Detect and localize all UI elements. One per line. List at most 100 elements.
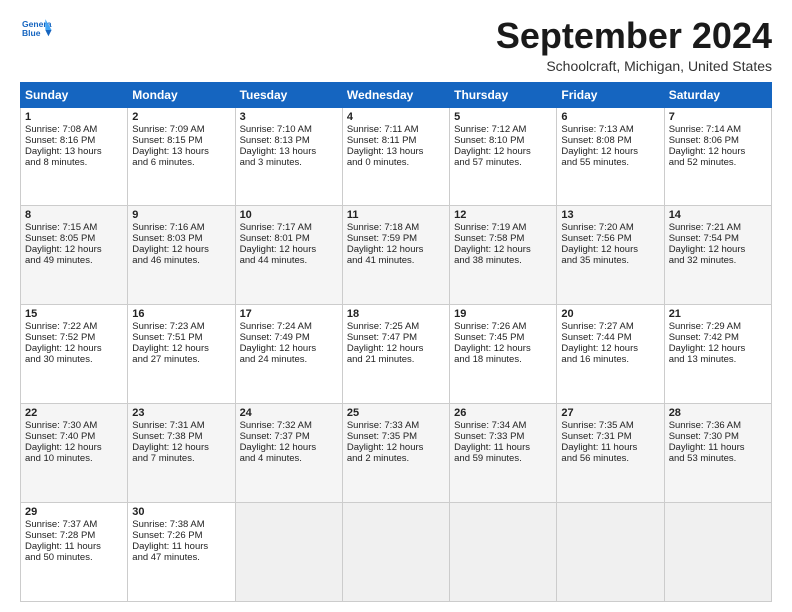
day-number: 22 xyxy=(25,407,123,419)
logo-icon: General Blue xyxy=(20,16,52,44)
day-number: 16 xyxy=(132,308,230,320)
calendar-header-row: Sunday Monday Tuesday Wednesday Thursday… xyxy=(21,82,772,107)
day-number: 10 xyxy=(240,209,338,221)
day-number: 25 xyxy=(347,407,445,419)
day-info: and 38 minutes. xyxy=(454,255,552,266)
day-info: Sunset: 8:08 PM xyxy=(561,135,659,146)
day-number: 8 xyxy=(25,209,123,221)
day-info: Sunset: 7:49 PM xyxy=(240,332,338,343)
day-number: 12 xyxy=(454,209,552,221)
day-info: and 59 minutes. xyxy=(454,453,552,464)
day-info: Daylight: 12 hours xyxy=(347,244,445,255)
day-info: Daylight: 11 hours xyxy=(561,442,659,453)
day-info: and 7 minutes. xyxy=(132,453,230,464)
day-info: Sunrise: 7:33 AM xyxy=(347,420,445,431)
day-info: Sunrise: 7:09 AM xyxy=(132,124,230,135)
day-info: Sunrise: 7:25 AM xyxy=(347,321,445,332)
col-monday: Monday xyxy=(128,82,235,107)
day-info: and 27 minutes. xyxy=(132,354,230,365)
calendar-page: General Blue September 2024 Schoolcraft,… xyxy=(0,0,792,612)
day-info: Sunset: 7:26 PM xyxy=(132,530,230,541)
table-row: 2Sunrise: 7:09 AMSunset: 8:15 PMDaylight… xyxy=(128,107,235,206)
table-row: 28Sunrise: 7:36 AMSunset: 7:30 PMDayligh… xyxy=(664,404,771,503)
table-row: 29Sunrise: 7:37 AMSunset: 7:28 PMDayligh… xyxy=(21,503,128,602)
day-number: 15 xyxy=(25,308,123,320)
day-info: Sunset: 7:51 PM xyxy=(132,332,230,343)
day-info: Daylight: 11 hours xyxy=(132,541,230,552)
day-info: Daylight: 12 hours xyxy=(132,343,230,354)
table-row: 12Sunrise: 7:19 AMSunset: 7:58 PMDayligh… xyxy=(450,206,557,305)
day-info: and 13 minutes. xyxy=(669,354,767,365)
col-friday: Friday xyxy=(557,82,664,107)
day-info: Sunset: 8:13 PM xyxy=(240,135,338,146)
day-info: Daylight: 12 hours xyxy=(454,244,552,255)
table-row: 15Sunrise: 7:22 AMSunset: 7:52 PMDayligh… xyxy=(21,305,128,404)
day-info: Daylight: 12 hours xyxy=(25,343,123,354)
table-row: 23Sunrise: 7:31 AMSunset: 7:38 PMDayligh… xyxy=(128,404,235,503)
day-info: Sunset: 7:31 PM xyxy=(561,431,659,442)
day-number: 20 xyxy=(561,308,659,320)
day-info: and 6 minutes. xyxy=(132,157,230,168)
day-info: Sunset: 8:16 PM xyxy=(25,135,123,146)
day-info: and 21 minutes. xyxy=(347,354,445,365)
day-info: Sunrise: 7:32 AM xyxy=(240,420,338,431)
day-number: 5 xyxy=(454,111,552,123)
day-number: 7 xyxy=(669,111,767,123)
day-info: Sunset: 8:06 PM xyxy=(669,135,767,146)
day-info: Daylight: 12 hours xyxy=(454,146,552,157)
day-info: Sunrise: 7:36 AM xyxy=(669,420,767,431)
table-row: 6Sunrise: 7:13 AMSunset: 8:08 PMDaylight… xyxy=(557,107,664,206)
day-info: Sunrise: 7:18 AM xyxy=(347,222,445,233)
day-info: and 56 minutes. xyxy=(561,453,659,464)
col-sunday: Sunday xyxy=(21,82,128,107)
day-info: Daylight: 13 hours xyxy=(132,146,230,157)
day-info: Sunset: 7:37 PM xyxy=(240,431,338,442)
day-info: Sunrise: 7:27 AM xyxy=(561,321,659,332)
day-number: 21 xyxy=(669,308,767,320)
day-info: Daylight: 12 hours xyxy=(347,343,445,354)
table-row xyxy=(557,503,664,602)
table-row: 7Sunrise: 7:14 AMSunset: 8:06 PMDaylight… xyxy=(664,107,771,206)
day-info: Sunrise: 7:14 AM xyxy=(669,124,767,135)
table-row: 21Sunrise: 7:29 AMSunset: 7:42 PMDayligh… xyxy=(664,305,771,404)
day-info: Sunset: 7:28 PM xyxy=(25,530,123,541)
month-title: September 2024 xyxy=(496,16,772,56)
day-info: Sunrise: 7:35 AM xyxy=(561,420,659,431)
day-info: Sunset: 7:58 PM xyxy=(454,233,552,244)
day-info: Sunset: 8:10 PM xyxy=(454,135,552,146)
header: General Blue September 2024 Schoolcraft,… xyxy=(20,16,772,74)
day-info: Daylight: 12 hours xyxy=(240,442,338,453)
calendar-week-row: 15Sunrise: 7:22 AMSunset: 7:52 PMDayligh… xyxy=(21,305,772,404)
day-info: Sunset: 7:30 PM xyxy=(669,431,767,442)
calendar-week-row: 1Sunrise: 7:08 AMSunset: 8:16 PMDaylight… xyxy=(21,107,772,206)
day-info: Daylight: 12 hours xyxy=(454,343,552,354)
table-row: 30Sunrise: 7:38 AMSunset: 7:26 PMDayligh… xyxy=(128,503,235,602)
day-info: Daylight: 12 hours xyxy=(561,343,659,354)
col-saturday: Saturday xyxy=(664,82,771,107)
table-row: 19Sunrise: 7:26 AMSunset: 7:45 PMDayligh… xyxy=(450,305,557,404)
day-number: 23 xyxy=(132,407,230,419)
day-info: Daylight: 12 hours xyxy=(132,244,230,255)
day-info: and 8 minutes. xyxy=(25,157,123,168)
day-info: and 4 minutes. xyxy=(240,453,338,464)
table-row: 10Sunrise: 7:17 AMSunset: 8:01 PMDayligh… xyxy=(235,206,342,305)
day-info: Sunrise: 7:12 AM xyxy=(454,124,552,135)
day-info: and 18 minutes. xyxy=(454,354,552,365)
day-number: 30 xyxy=(132,506,230,518)
day-info: Daylight: 12 hours xyxy=(669,244,767,255)
table-row: 17Sunrise: 7:24 AMSunset: 7:49 PMDayligh… xyxy=(235,305,342,404)
day-info: Daylight: 12 hours xyxy=(669,343,767,354)
day-info: Daylight: 11 hours xyxy=(669,442,767,453)
day-number: 24 xyxy=(240,407,338,419)
day-info: Sunrise: 7:16 AM xyxy=(132,222,230,233)
table-row: 9Sunrise: 7:16 AMSunset: 8:03 PMDaylight… xyxy=(128,206,235,305)
day-info: and 50 minutes. xyxy=(25,552,123,563)
table-row: 22Sunrise: 7:30 AMSunset: 7:40 PMDayligh… xyxy=(21,404,128,503)
day-number: 29 xyxy=(25,506,123,518)
day-info: Sunset: 7:42 PM xyxy=(669,332,767,343)
day-info: Sunrise: 7:10 AM xyxy=(240,124,338,135)
day-info: Sunrise: 7:31 AM xyxy=(132,420,230,431)
table-row xyxy=(342,503,449,602)
day-number: 4 xyxy=(347,111,445,123)
day-number: 18 xyxy=(347,308,445,320)
